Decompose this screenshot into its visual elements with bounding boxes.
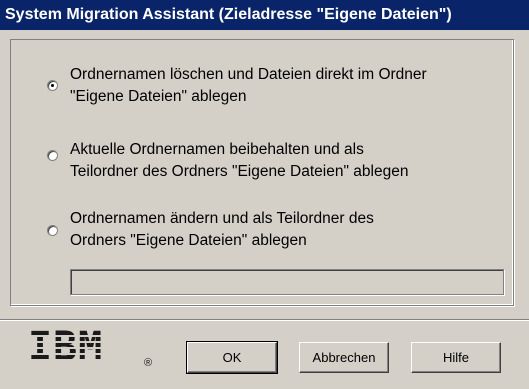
window-title: System Migration Assistant (Zieladresse … bbox=[0, 0, 529, 30]
option-label-line2: "Eigene Dateien" ablegen bbox=[70, 88, 247, 105]
option-label: Ordnernamen löschen und Dateien direkt i… bbox=[70, 64, 510, 108]
registered-mark: ® bbox=[144, 357, 153, 369]
ibm-logo: IBM bbox=[28, 324, 104, 370]
folder-name-input[interactable] bbox=[70, 269, 504, 295]
option-label-line1: Ordnernamen löschen und Dateien direkt i… bbox=[70, 66, 427, 83]
option-label-line2: Teilordner des Ordners "Eigene Dateien" … bbox=[70, 163, 409, 180]
cancel-button[interactable]: Abbrechen bbox=[299, 342, 389, 373]
ok-button[interactable]: OK bbox=[186, 341, 278, 374]
option-label: Aktuelle Ordnernamen beibehalten und als… bbox=[70, 139, 510, 183]
radio-rename-folders[interactable] bbox=[47, 225, 58, 236]
radio-delete-folder-names[interactable] bbox=[47, 80, 58, 91]
option-label-line1: Aktuelle Ordnernamen beibehalten und als bbox=[70, 141, 364, 158]
radio-keep-folder-names[interactable] bbox=[47, 150, 58, 161]
option-label: Ordnernamen ändern und als Teilordner de… bbox=[70, 208, 510, 252]
migration-dialog: System Migration Assistant (Zieladresse … bbox=[0, 0, 529, 389]
divider bbox=[0, 319, 529, 321]
option-label-line1: Ordnernamen ändern und als Teilordner de… bbox=[70, 210, 374, 227]
help-button[interactable]: Hilfe bbox=[411, 342, 501, 373]
option-label-line2: Ordners "Eigene Dateien" ablegen bbox=[70, 232, 307, 249]
